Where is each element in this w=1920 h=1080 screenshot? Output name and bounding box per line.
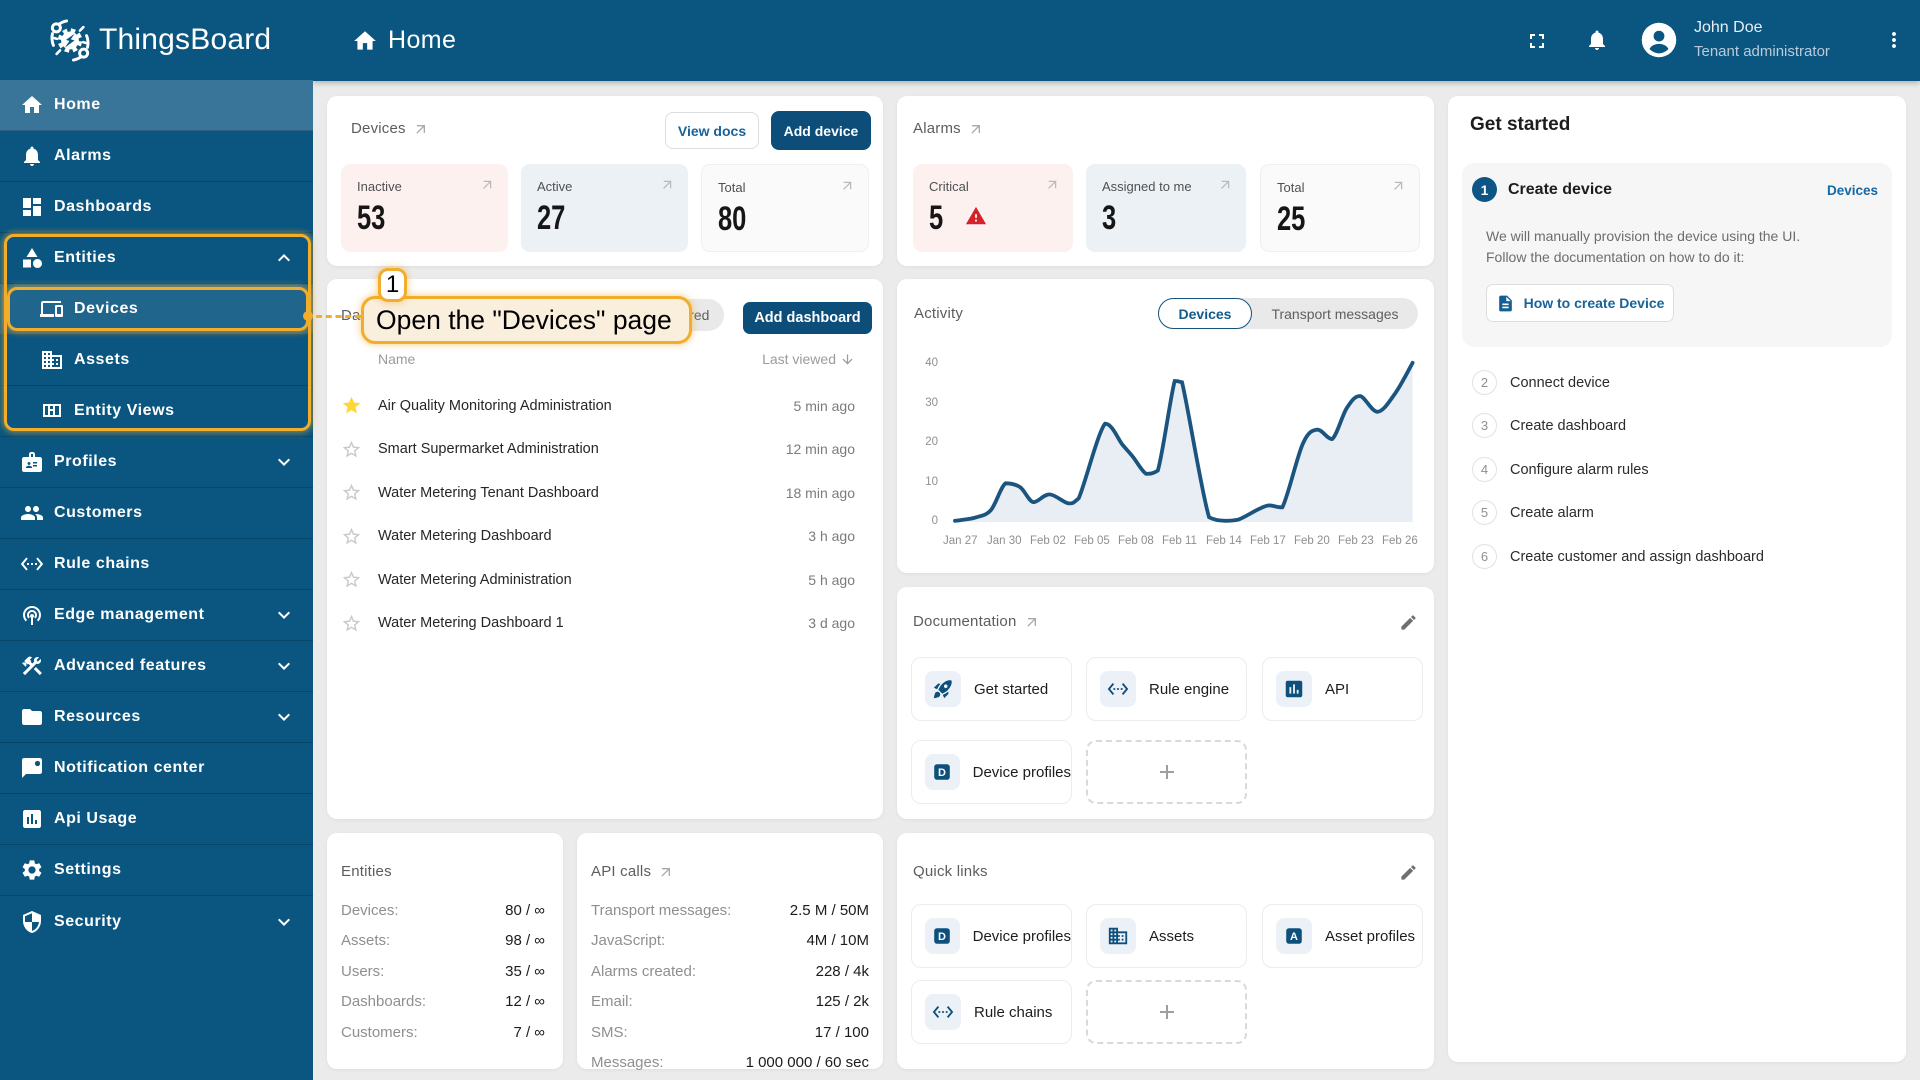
svg-text:D: D bbox=[938, 767, 946, 779]
svg-text:D: D bbox=[938, 931, 946, 943]
svg-text:A: A bbox=[1290, 931, 1298, 943]
